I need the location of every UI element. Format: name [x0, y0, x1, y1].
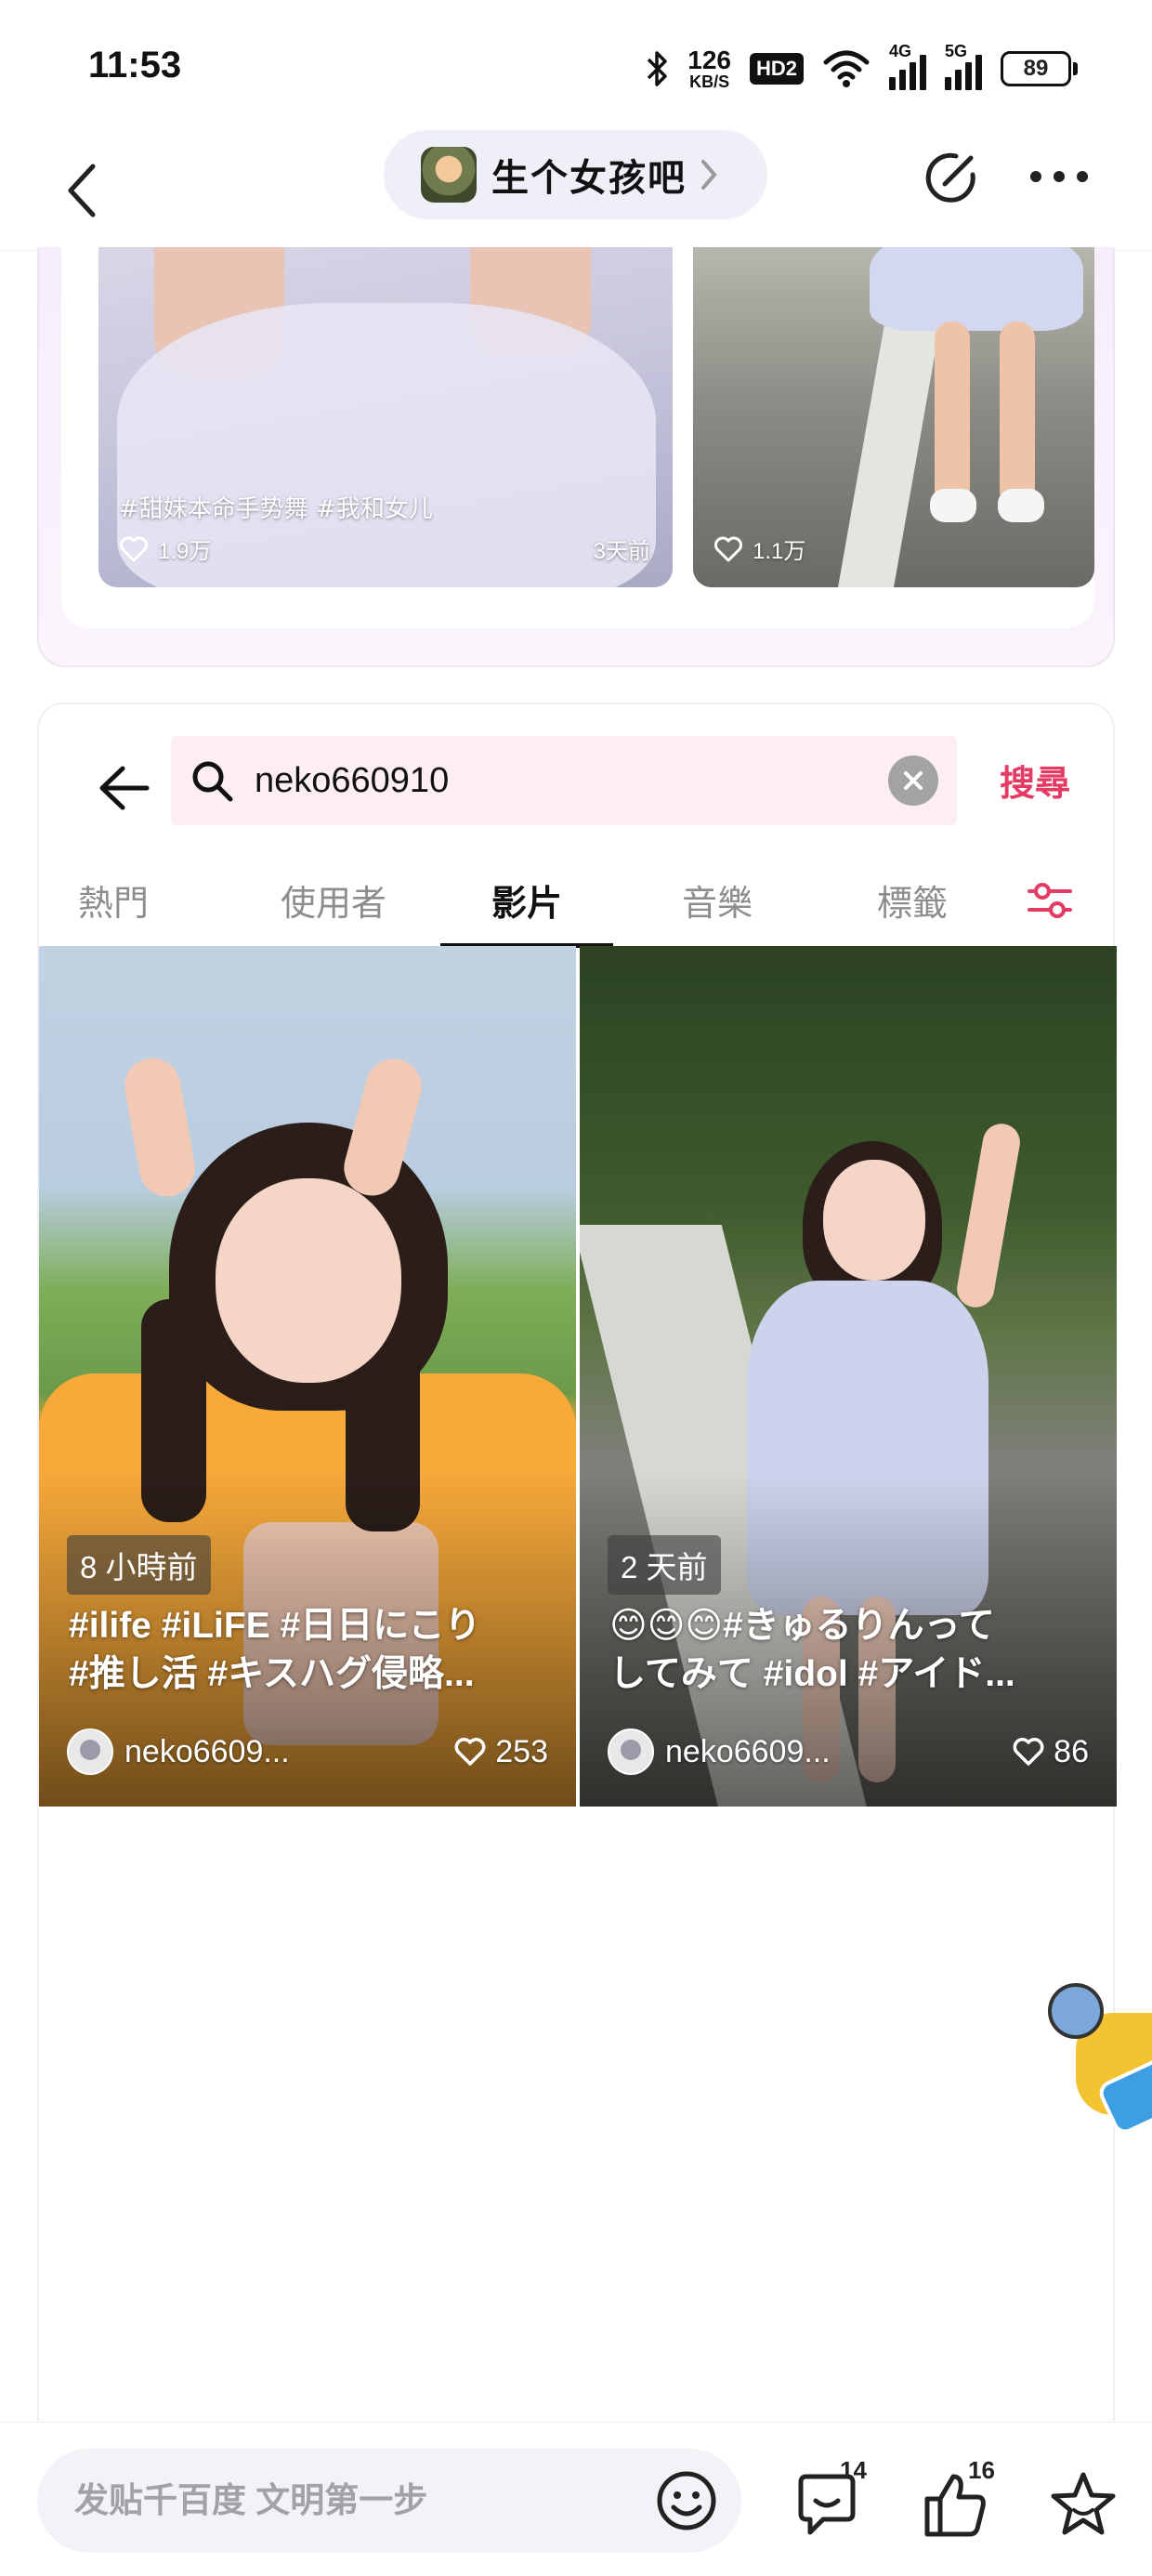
floating-mascot-badge[interactable]	[1039, 1976, 1152, 2152]
search-icon	[192, 761, 233, 802]
forum-name: 生个女孩吧	[491, 158, 687, 199]
previous-post-card: #甜妹本命手势舞 #我和女儿 1.9万 3天前 1.1万	[37, 247, 1115, 667]
thumbnail-meta: 1.1万	[713, 532, 1072, 565]
previous-post-media: #甜妹本命手势舞 #我和女儿 1.9万 3天前 1.1万	[61, 247, 1094, 628]
clear-search-button[interactable]	[888, 756, 938, 806]
comment-button[interactable]: 14	[792, 2456, 867, 2540]
video-title-line: 😊😊😊#きゅるりんって	[609, 1606, 995, 1646]
search-result-card: 搜尋 熱門 使用者 影片 音樂 標籤 8 小時前 #ilife #iLiFE #…	[37, 703, 1117, 2576]
video-likes: 86	[1054, 1733, 1089, 1769]
video-title-line: #ilife #iLiFE #日日にこり	[69, 1606, 481, 1646]
comment-count: 14	[840, 2456, 867, 2484]
video-time-badge: 8 小時前	[67, 1535, 211, 1595]
signal-4g-label: 4G	[889, 42, 912, 60]
arrow-left-icon	[99, 766, 150, 810]
bluetooth-icon	[648, 51, 668, 86]
forum-avatar	[421, 147, 477, 203]
media-thumbnail[interactable]: 1.1万	[693, 247, 1094, 587]
close-icon	[904, 771, 923, 790]
thumbnail-caption: #甜妹本命手势舞 #我和女儿	[119, 495, 433, 523]
search-box	[171, 736, 957, 825]
heart-icon	[120, 536, 148, 561]
video-result-card[interactable]: 8 小時前 #ilife #iLiFE #日日にこり #推し活 #キスハグ侵略.…	[39, 946, 576, 1807]
heart-icon	[714, 536, 742, 561]
video-title: #ilife #iLiFE #日日にこり #推し活 #キスハグ侵略...	[69, 1602, 550, 1699]
heart-icon	[1013, 1738, 1044, 1766]
avatar	[67, 1728, 113, 1775]
tab-popular[interactable]: 熱門	[58, 853, 169, 946]
search-tabs: 熱門 使用者 影片 音樂 標籤	[39, 853, 1117, 948]
tab-tags[interactable]: 標籤	[857, 853, 968, 946]
status-bar: 11:53 126 KB/S HD2 4G 5G 89	[0, 0, 1152, 130]
thumbnail-likes: 1.9万	[158, 539, 212, 564]
forum-title-button[interactable]: 生个女孩吧	[384, 130, 767, 219]
video-meta: neko6609... 86	[608, 1728, 1089, 1775]
heart-icon	[454, 1738, 486, 1766]
emoji-icon[interactable]	[654, 2468, 719, 2533]
video-author: neko6609...	[665, 1733, 831, 1769]
signal-4g-icon: 4G	[889, 42, 926, 90]
battery-level: 89	[1001, 51, 1071, 86]
signal-5g-icon: 5G	[945, 42, 982, 90]
more-button[interactable]	[1022, 139, 1096, 214]
video-likes: 253	[495, 1733, 548, 1769]
network-speed: 126 KB/S	[687, 46, 731, 91]
signal-5g-label: 5G	[945, 42, 968, 60]
status-time: 11:53	[88, 45, 182, 85]
video-title-line: #推し活 #キスハグ侵略...	[69, 1654, 475, 1694]
forum-header: 生个女孩吧	[0, 130, 1152, 251]
favorite-button[interactable]	[1048, 2469, 1119, 2540]
star-icon	[1051, 2472, 1116, 2535]
like-count: 16	[968, 2456, 995, 2484]
write-post-button[interactable]	[920, 139, 985, 214]
bottom-action-bar: 14 16	[0, 2422, 1152, 2576]
video-time-badge: 2 天前	[608, 1535, 721, 1595]
thumbnail-age: 3天前	[593, 539, 650, 564]
filter-icon[interactable]	[1024, 877, 1076, 924]
comment-box	[37, 2449, 741, 2553]
like-button[interactable]: 16	[920, 2456, 995, 2540]
back-button[interactable]	[45, 149, 119, 232]
more-icon	[1030, 171, 1088, 182]
wifi-icon	[823, 50, 870, 87]
battery-icon: 89	[1001, 51, 1078, 86]
video-meta: neko6609... 253	[67, 1728, 548, 1775]
search-back-button[interactable]	[87, 751, 162, 825]
chevron-left-icon	[68, 164, 96, 217]
search-submit-button[interactable]: 搜尋	[1000, 755, 1070, 806]
comment-input[interactable]	[74, 2481, 654, 2520]
video-title: 😊😊😊#きゅるりんって してみて #idol #アイド...	[609, 1602, 1091, 1699]
hd-voice-icon: HD2	[749, 53, 804, 85]
video-title-line: してみて #idol #アイド...	[609, 1654, 1015, 1694]
tab-videos[interactable]: 影片	[440, 853, 613, 948]
media-thumbnail[interactable]: #甜妹本命手势舞 #我和女儿 1.9万 3天前	[98, 247, 673, 587]
search-input[interactable]	[255, 760, 888, 801]
tab-music[interactable]: 音樂	[661, 853, 773, 946]
avatar	[608, 1728, 654, 1775]
status-icons: 126 KB/S HD2 4G 5G 89	[645, 42, 1078, 95]
network-speed-value: 126	[687, 46, 731, 74]
tab-users[interactable]: 使用者	[258, 853, 409, 946]
video-result-card[interactable]: 2 天前 😊😊😊#きゅるりんって してみて #idol #アイド... neko…	[580, 946, 1117, 1807]
video-author: neko6609...	[124, 1733, 290, 1769]
edit-icon	[925, 152, 975, 203]
chevron-right-icon	[701, 160, 717, 190]
network-speed-unit: KB/S	[689, 72, 730, 91]
thumbnail-likes: 1.1万	[753, 539, 806, 564]
thumbnail-meta: 1.9万 3天前	[119, 532, 650, 565]
